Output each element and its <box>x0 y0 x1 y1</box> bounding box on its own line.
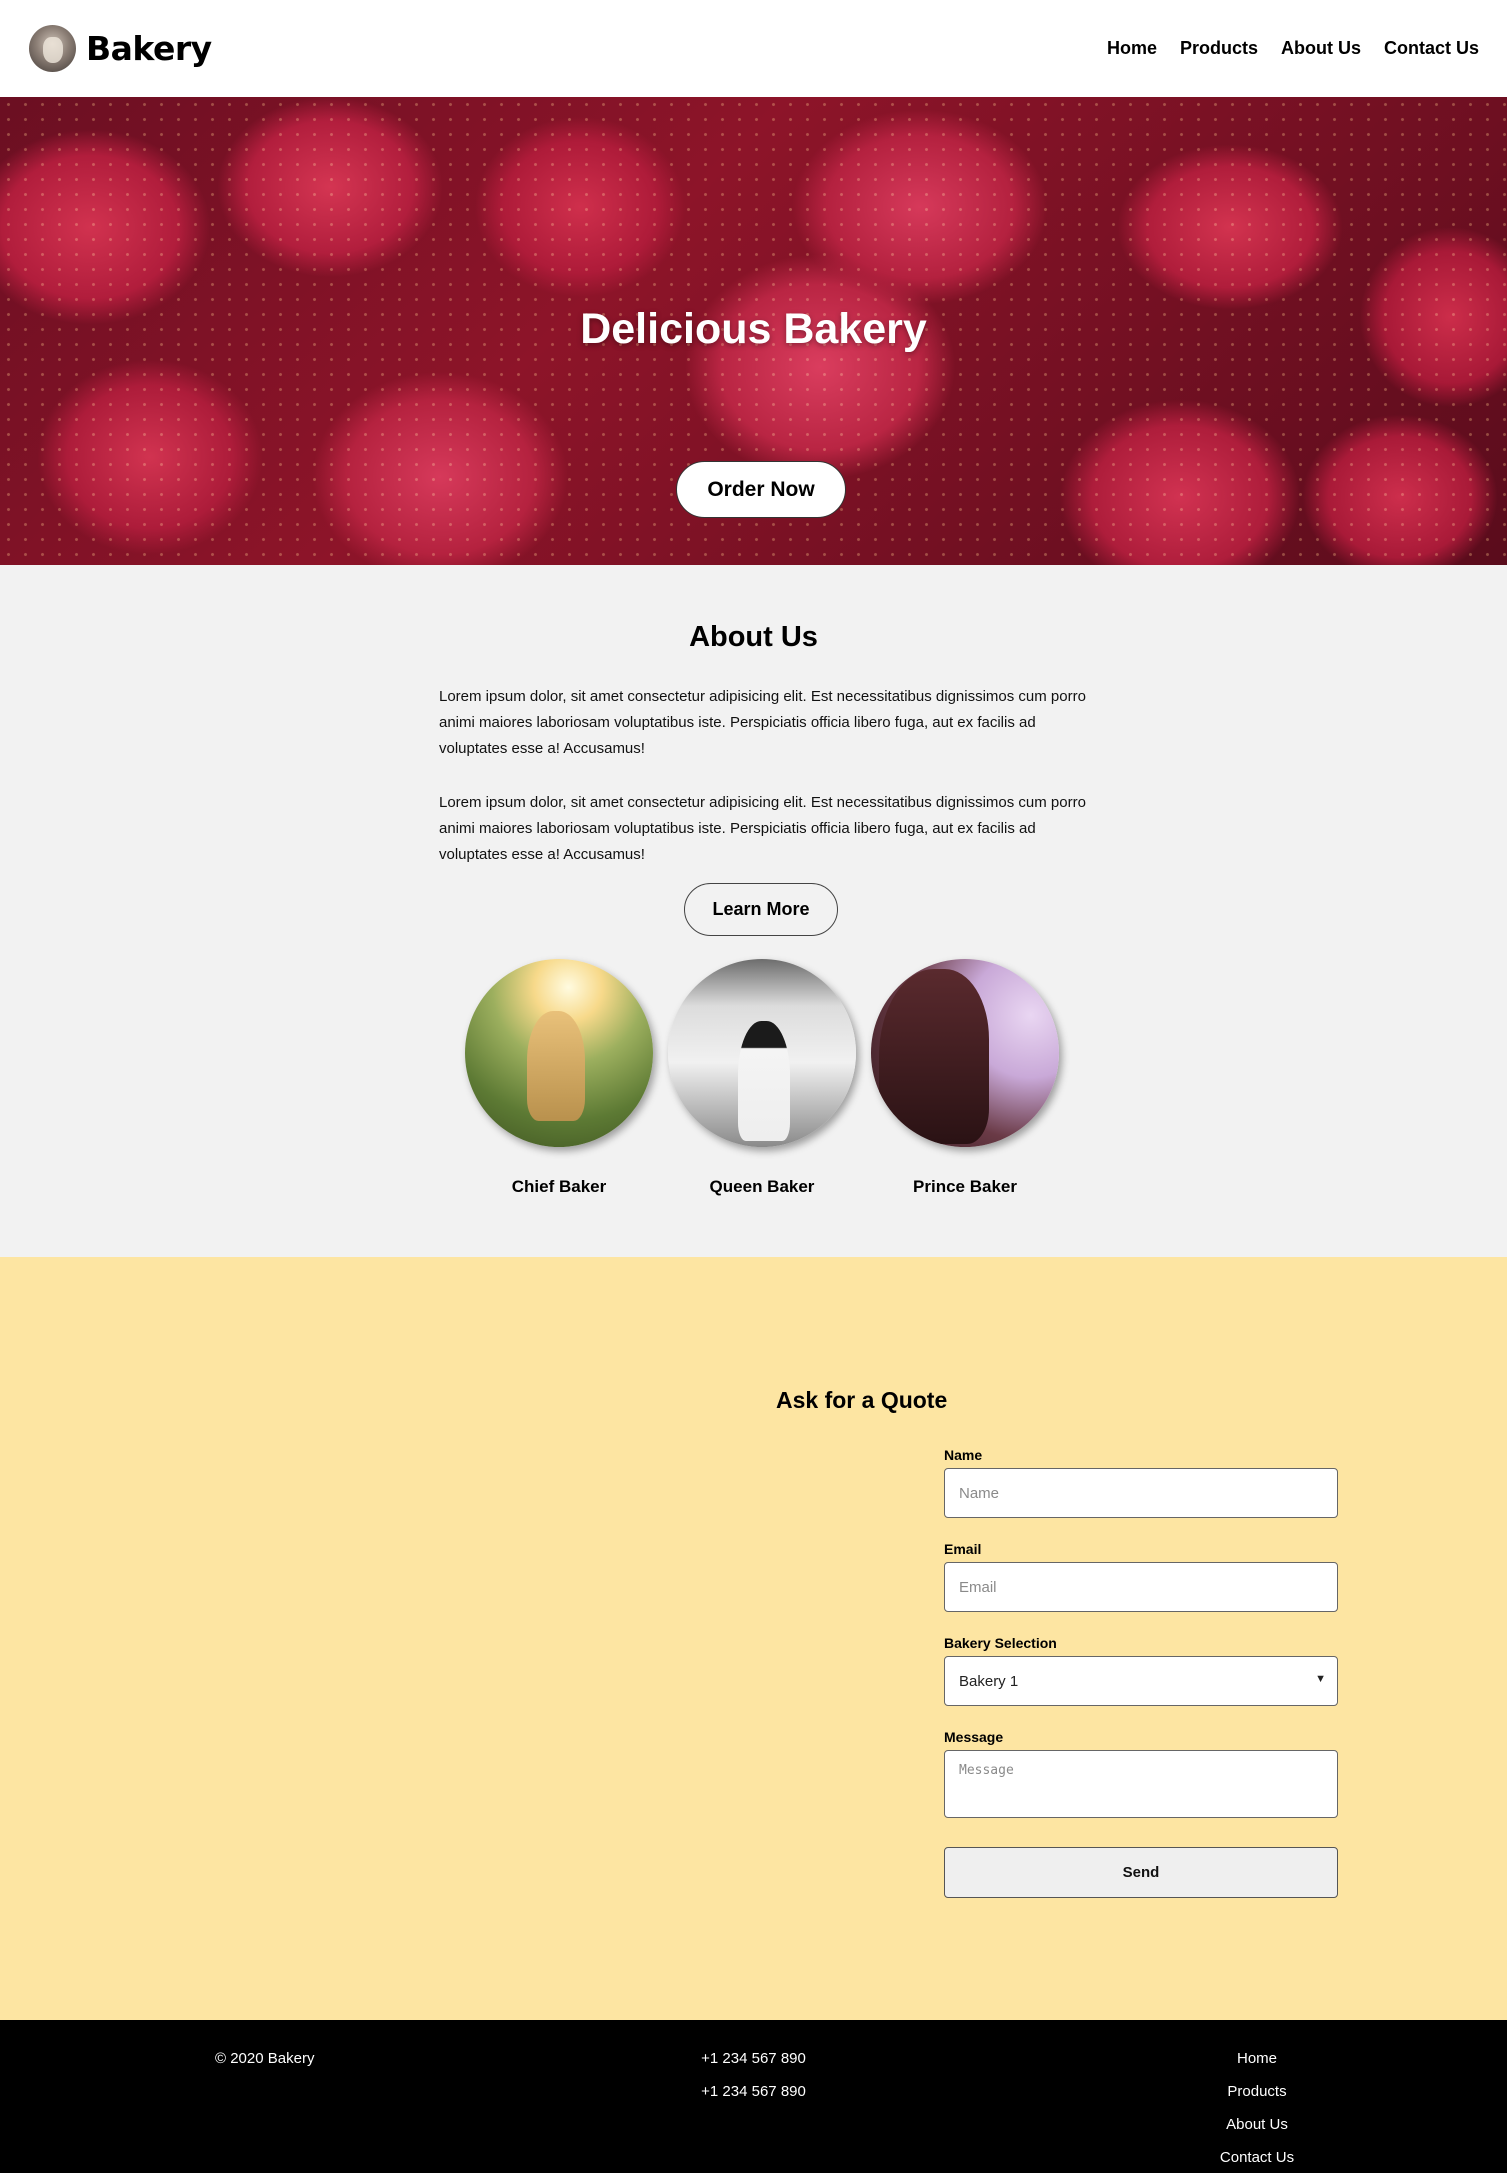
name-label: Name <box>944 1447 983 1463</box>
nav-home[interactable]: Home <box>1107 38 1157 59</box>
team-photo <box>465 959 653 1147</box>
email-field[interactable] <box>944 1562 1338 1612</box>
team-member-name: Prince Baker <box>913 1177 1017 1196</box>
about-title: About Us <box>689 621 818 653</box>
about-paragraph: Lorem ipsum dolor, sit amet consectetur … <box>439 794 1086 863</box>
cups-photo <box>15 1271 746 2002</box>
site-header: Bakery Home Products About Us Contact Us <box>0 0 1507 97</box>
footer-link-home[interactable]: Home <box>1157 2042 1357 2075</box>
team-member: Queen Baker <box>668 959 856 1197</box>
team-photo <box>668 959 856 1147</box>
about-paragraph: Lorem ipsum dolor, sit amet consectetur … <box>439 688 1086 757</box>
logo-avatar <box>29 25 76 72</box>
brand-name: Bakery <box>86 29 212 68</box>
quote-form: Name Email Bakery Selection Bakery 1 ▼ M… <box>944 1447 1338 1898</box>
team-member-name: Chief Baker <box>511 1177 607 1196</box>
brand[interactable]: Bakery <box>29 25 212 72</box>
nav-products[interactable]: Products <box>1180 38 1258 59</box>
team-photo <box>871 959 1059 1147</box>
bakery-select[interactable]: Bakery 1 <box>944 1656 1338 1706</box>
hero-title: Delicious Bakery <box>580 305 927 353</box>
name-field[interactable] <box>944 1468 1338 1518</box>
main-nav: Home Products About Us Contact Us <box>1107 38 1479 59</box>
message-field[interactable] <box>944 1750 1338 1818</box>
learn-more-button[interactable]: Learn More <box>684 883 838 936</box>
message-label: Message <box>944 1729 1004 1745</box>
bakery-select-wrapper: Bakery 1 ▼ <box>944 1656 1338 1706</box>
bakery-selection-label: Bakery Selection <box>944 1635 1057 1651</box>
team-member-name: Queen Baker <box>709 1177 815 1196</box>
footer-link-contact-us[interactable]: Contact Us <box>1157 2141 1357 2173</box>
nav-contact-us[interactable]: Contact Us <box>1384 38 1479 59</box>
footer-nav: Home Products About Us Contact Us <box>1157 2042 1357 2173</box>
quote-title: Ask for a Quote <box>776 1387 948 1413</box>
email-label: Email <box>944 1541 982 1557</box>
team-member: Chief Baker <box>465 959 653 1197</box>
send-button[interactable]: Send <box>944 1847 1338 1898</box>
footer-link-products[interactable]: Products <box>1157 2075 1357 2108</box>
order-now-button[interactable]: Order Now <box>676 461 846 518</box>
nav-about-us[interactable]: About Us <box>1281 38 1361 59</box>
about-section: About Us Lorem ipsum dolor, sit amet con… <box>0 565 1507 1257</box>
footer-link-about-us[interactable]: About Us <box>1157 2108 1357 2141</box>
hero-banner: Delicious Bakery Order Now <box>0 97 1507 565</box>
site-footer: © 2020 Bakery +1 234 567 890 +1 234 567 … <box>0 2020 1507 2173</box>
team-member: Prince Baker <box>871 959 1059 1197</box>
team-list: Chief Baker Queen Baker Prince Baker <box>465 959 1059 1197</box>
quote-section: Ask for a Quote Name Email Bakery Select… <box>0 1257 1507 2020</box>
